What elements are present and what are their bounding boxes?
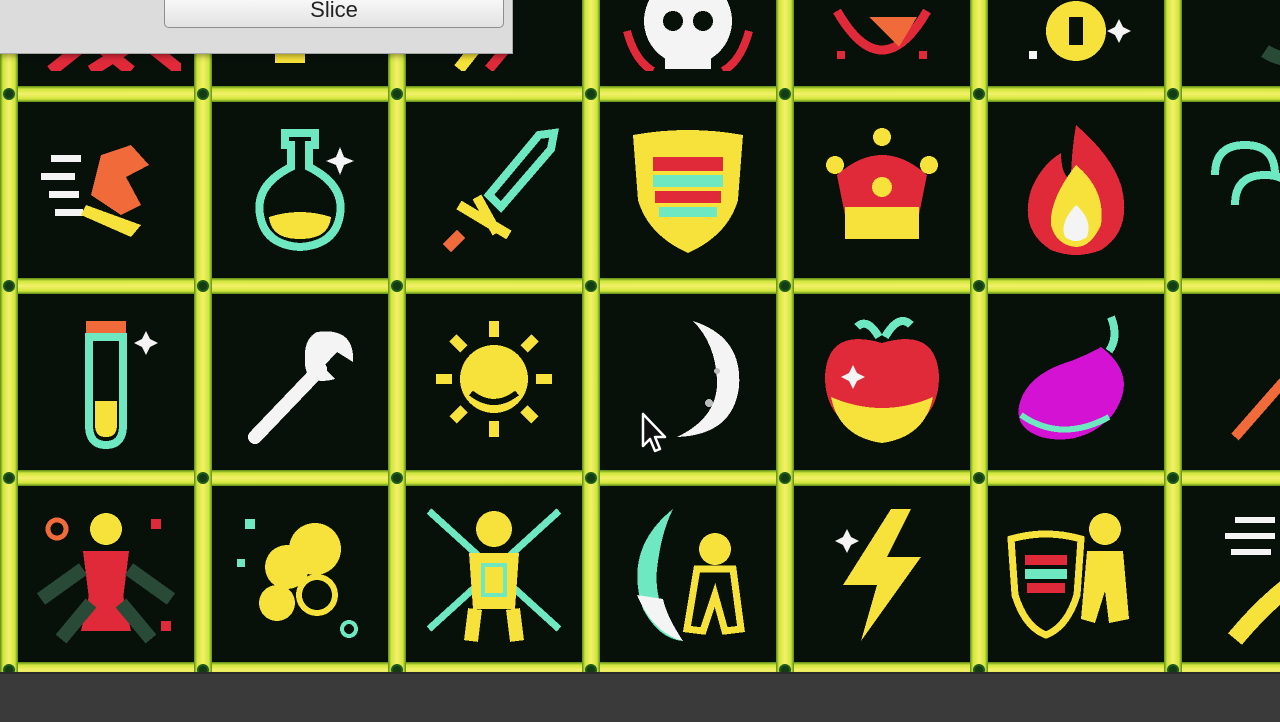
grid-node	[973, 88, 985, 100]
mouse-cursor-icon	[641, 412, 667, 453]
grid-node	[779, 664, 791, 672]
sprite-cell[interactable]	[988, 102, 1164, 278]
grid-node	[779, 88, 791, 100]
grid-node	[391, 88, 403, 100]
sprite-cell[interactable]	[18, 102, 194, 278]
grid-line-vertical	[1164, 0, 1182, 672]
sprite-cell[interactable]	[1182, 294, 1280, 470]
grid-node	[391, 472, 403, 484]
dash-figure-icon	[1225, 517, 1280, 645]
grid-node	[973, 472, 985, 484]
crown-icon	[826, 128, 938, 239]
grid-line-horizontal	[0, 86, 1280, 102]
grid-line-vertical	[776, 0, 794, 672]
grid-line-vertical	[194, 0, 212, 672]
grid-node	[1167, 280, 1179, 292]
sprite-cell[interactable]	[18, 486, 194, 662]
key-icon	[1029, 1, 1131, 61]
grid-line-horizontal	[0, 278, 1280, 294]
grid-line-horizontal	[0, 470, 1280, 486]
sprite-cell[interactable]	[600, 486, 776, 662]
arrows-hero-icon	[426, 508, 562, 642]
sprite-cell[interactable]	[1182, 486, 1280, 662]
grid-node	[585, 280, 597, 292]
grid-node	[197, 280, 209, 292]
shield-hero-icon	[1007, 513, 1129, 639]
grid-line-horizontal	[0, 662, 1280, 672]
wind-swirl-icon	[1211, 140, 1280, 206]
test-tube-potion-icon	[85, 321, 158, 450]
grid-node	[973, 280, 985, 292]
wrench-icon	[248, 331, 354, 444]
slice-toolbar-panel: Slice	[0, 0, 513, 54]
wand-icon	[1231, 377, 1280, 441]
sprite-cell[interactable]	[600, 102, 776, 278]
sprite-cell[interactable]	[988, 486, 1164, 662]
grid-node	[1167, 88, 1179, 100]
grid-node	[391, 280, 403, 292]
unknown-icon	[1261, 44, 1280, 65]
crescent-moon-icon	[677, 321, 740, 437]
sprite-cell[interactable]	[794, 486, 970, 662]
grid-node	[779, 280, 791, 292]
shield-icon	[833, 8, 931, 59]
grid-node	[585, 664, 597, 672]
sprite-cell[interactable]	[1182, 102, 1280, 278]
grid-node	[197, 88, 209, 100]
skull-icon	[623, 0, 753, 71]
eggplant-icon	[1018, 315, 1124, 440]
grid-node	[779, 472, 791, 484]
moon-slash-hero-icon	[637, 509, 745, 641]
sun-icon	[436, 321, 552, 437]
grid-line-vertical	[0, 0, 18, 672]
apple-icon	[825, 317, 939, 443]
fire-icon	[1027, 125, 1125, 255]
grid-node	[1167, 664, 1179, 672]
sprite-cell[interactable]	[406, 294, 582, 470]
grid-node	[973, 664, 985, 672]
warrior-ability-icon	[36, 513, 176, 644]
sprite-cell[interactable]	[600, 294, 776, 470]
grid-line-vertical	[582, 0, 600, 672]
sprite-cell[interactable]	[794, 294, 970, 470]
grid-node	[1167, 472, 1179, 484]
sword-icon	[442, 128, 559, 253]
grid-node	[585, 472, 597, 484]
sprite-cell[interactable]	[988, 0, 1164, 84]
grid-node	[3, 472, 15, 484]
sprite-cell[interactable]	[988, 294, 1164, 470]
sprite-cell[interactable]	[406, 102, 582, 278]
grid-node	[3, 664, 15, 672]
grid-node	[3, 88, 15, 100]
grid-node	[3, 280, 15, 292]
grid-line-vertical	[970, 0, 988, 672]
sprite-cell[interactable]	[794, 0, 970, 84]
bottom-status-bar	[0, 672, 1280, 722]
sprite-cell[interactable]	[212, 486, 388, 662]
slice-button[interactable]: Slice	[164, 0, 504, 28]
dash-boot-icon	[41, 145, 149, 237]
sprite-cell[interactable]	[1182, 0, 1280, 84]
sprite-cell[interactable]	[406, 486, 582, 662]
sprite-cell[interactable]	[18, 294, 194, 470]
lightning-icon	[835, 509, 921, 641]
sprite-cell[interactable]	[600, 0, 776, 84]
potion-flask-icon	[255, 129, 354, 252]
grid-node	[197, 472, 209, 484]
sprite-cell[interactable]	[794, 102, 970, 278]
sprite-sheet-canvas[interactable]	[0, 0, 1280, 672]
sprite-cell[interactable]	[212, 294, 388, 470]
sprite-cell[interactable]	[212, 102, 388, 278]
grid-line-vertical	[388, 0, 406, 672]
grid-node	[391, 664, 403, 672]
grid-node	[585, 88, 597, 100]
explosion-cloud-icon	[237, 519, 358, 638]
striped-shield-icon	[633, 130, 743, 253]
grid-node	[197, 664, 209, 672]
